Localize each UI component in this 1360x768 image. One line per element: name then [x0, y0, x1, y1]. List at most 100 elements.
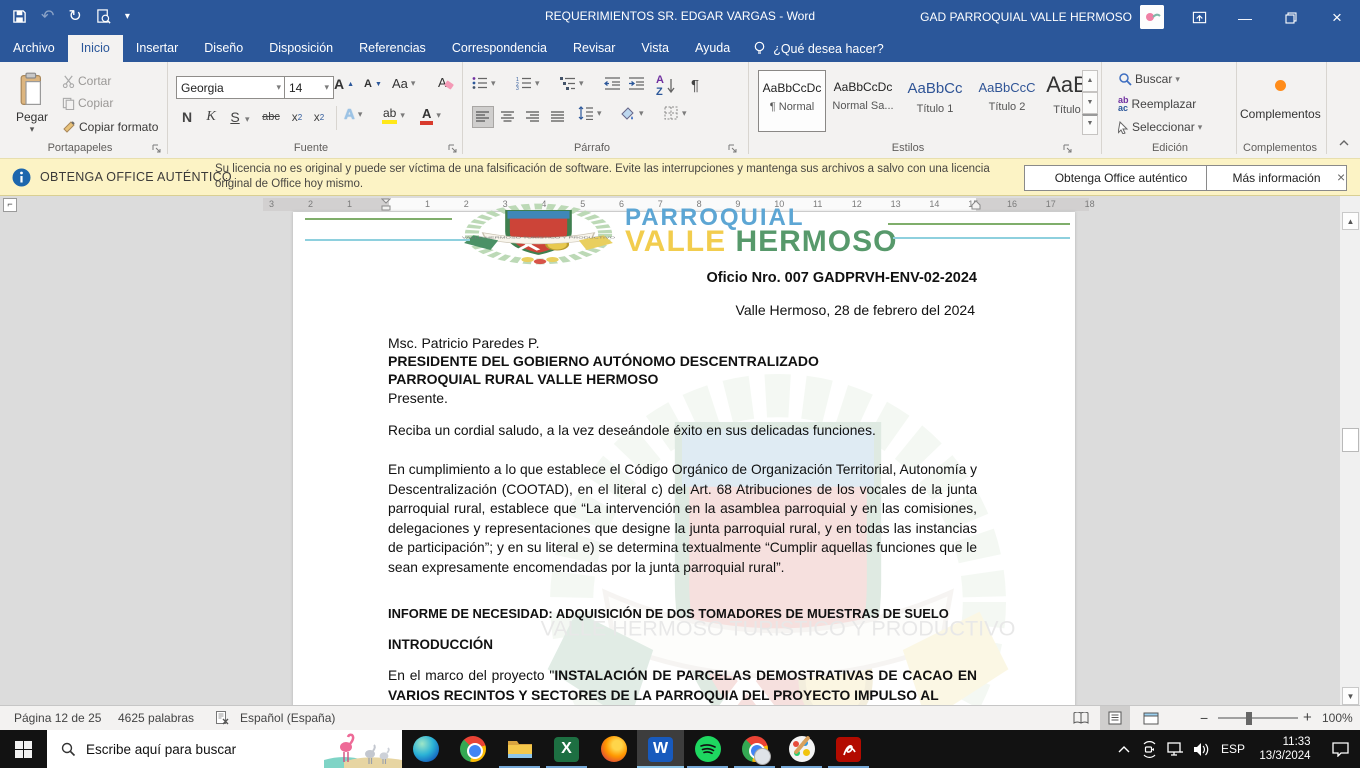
read-mode-button[interactable] — [1066, 706, 1096, 730]
font-color-button[interactable]: A ▾ — [420, 106, 441, 125]
style-no-spacing[interactable]: AaBbCcDc Normal Sa... — [830, 70, 896, 130]
network-icon[interactable] — [1162, 730, 1188, 768]
justify-button[interactable] — [547, 106, 569, 128]
shading-button[interactable]: ▾ — [620, 106, 644, 120]
zoom-slider-thumb[interactable] — [1246, 712, 1252, 725]
tab-diseno[interactable]: Diseño — [191, 35, 256, 62]
start-button[interactable] — [0, 730, 47, 768]
font-dialog-launcher[interactable] — [448, 144, 458, 154]
line-spacing-button[interactable]: ▾ — [578, 106, 602, 120]
document-page[interactable]: PARROQUIAL VALLE HERMOSO Oficio Nro. 007… — [293, 212, 1075, 705]
zoom-out-button[interactable]: − — [1200, 710, 1208, 726]
show-paragraph-marks-button[interactable]: ¶ — [684, 74, 706, 96]
clock-tray[interactable]: 11:33 13/3/2024 — [1250, 730, 1320, 768]
sort-button[interactable]: AZ — [656, 74, 675, 98]
style-heading2[interactable]: AaBbCcC Título 2 — [974, 70, 1040, 130]
word-icon[interactable]: W — [637, 730, 684, 768]
print-layout-button[interactable] — [1100, 706, 1130, 730]
paragraph-dialog-launcher[interactable] — [728, 144, 738, 154]
search-daily-image[interactable] — [324, 730, 402, 768]
edge-icon[interactable] — [402, 730, 449, 768]
file-explorer-icon[interactable] — [496, 730, 543, 768]
increase-indent-button[interactable] — [628, 76, 645, 90]
style-normal[interactable]: AaBbCcDc ¶ Normal — [758, 70, 826, 132]
chrome-profile-icon[interactable] — [731, 730, 778, 768]
more-info-button[interactable]: Más información — [1206, 165, 1347, 191]
tab-vista[interactable]: Vista — [628, 35, 682, 62]
close-button[interactable]: × — [1314, 0, 1360, 35]
zoom-slider-track[interactable] — [1218, 717, 1298, 719]
taskbar-search-box[interactable]: Escribe aquí para buscar — [47, 730, 402, 768]
tab-ayuda[interactable]: Ayuda — [682, 35, 743, 62]
superscript-button[interactable]: x2 — [308, 106, 330, 128]
scroll-down-button[interactable]: ▼ — [1342, 687, 1359, 705]
borders-button[interactable]: ▾ — [664, 106, 687, 120]
bullets-button[interactable]: ▾ — [472, 76, 496, 90]
vertical-scrollbar[interactable]: ▲ ▼ — [1340, 196, 1360, 705]
web-layout-button[interactable] — [1136, 706, 1166, 730]
align-center-button[interactable] — [497, 106, 519, 128]
replace-button[interactable]: ab ac Reemplazar — [1118, 96, 1196, 113]
firefox-icon[interactable] — [590, 730, 637, 768]
page-indicator[interactable]: Página 12 de 25 — [14, 711, 101, 725]
collapse-ribbon-icon[interactable] — [1338, 138, 1350, 148]
account-name[interactable]: GAD PARROQUIAL VALLE HERMOSO — [920, 10, 1132, 24]
clipboard-dialog-launcher[interactable] — [152, 144, 162, 154]
font-size-combobox[interactable]: 14 ▾ — [284, 76, 334, 99]
addins-button[interactable]: Complementos — [1240, 70, 1321, 121]
numbering-button[interactable]: 123 ▾ — [516, 76, 540, 90]
styles-scroll-down-button[interactable]: ▼ — [1082, 92, 1098, 114]
tray-expand-icon[interactable] — [1112, 730, 1136, 768]
format-painter-button[interactable]: Copiar formato — [62, 120, 158, 134]
word-count[interactable]: 4625 palabras — [118, 711, 194, 725]
tab-insertar[interactable]: Insertar — [123, 35, 191, 62]
restore-button[interactable] — [1268, 0, 1314, 35]
highlight-color-button[interactable]: ab ▾ — [382, 106, 405, 124]
grow-font-button[interactable]: A ▲ — [334, 76, 354, 92]
language-indicator[interactable]: Español (España) — [240, 711, 335, 725]
get-genuine-office-button[interactable]: Obtenga Office auténtico — [1024, 165, 1218, 191]
bold-button[interactable]: N — [176, 106, 198, 128]
change-case-button[interactable]: Aa ▾ — [392, 76, 415, 91]
chrome-icon[interactable] — [449, 730, 496, 768]
align-right-button[interactable] — [522, 106, 544, 128]
tab-stop-selector[interactable]: ⌐ — [3, 198, 17, 212]
indent-marker-right[interactable] — [971, 200, 981, 210]
action-center-icon[interactable] — [1320, 730, 1360, 768]
zoom-level[interactable]: 100% — [1322, 711, 1353, 725]
excel-icon[interactable]: X — [543, 730, 590, 768]
italic-button[interactable]: K — [200, 106, 222, 128]
tab-correspondencia[interactable]: Correspondencia — [439, 35, 560, 62]
tell-me-box[interactable]: ¿Qué desea hacer? — [743, 35, 894, 62]
style-heading1[interactable]: AaBbCc Título 1 — [902, 70, 968, 130]
paste-button[interactable]: Pegar ▾ — [10, 72, 54, 135]
copy-button[interactable]: Copiar — [62, 96, 113, 110]
styles-dialog-launcher[interactable] — [1063, 144, 1073, 154]
styles-gallery-more-button[interactable]: ▼ — [1082, 114, 1098, 135]
styles-scroll-up-button[interactable]: ▲ — [1082, 70, 1098, 92]
volume-icon[interactable] — [1188, 730, 1216, 768]
clear-formatting-icon[interactable]: A — [436, 74, 454, 92]
minimize-button[interactable]: — — [1222, 0, 1268, 35]
account-avatar[interactable] — [1140, 5, 1164, 29]
language-tray-indicator[interactable]: ESP — [1216, 730, 1250, 768]
meet-now-icon[interactable] — [1136, 730, 1162, 768]
tab-archivo[interactable]: Archivo — [0, 35, 68, 62]
underline-dropdown-icon[interactable]: ▾ — [245, 114, 250, 125]
ribbon-display-options-icon[interactable] — [1176, 0, 1222, 35]
subscript-button[interactable]: x2 — [286, 106, 308, 128]
acrobat-icon[interactable] — [825, 730, 872, 768]
tab-inicio[interactable]: Inicio — [67, 35, 123, 62]
indent-marker-left[interactable] — [381, 198, 391, 211]
text-effects-button[interactable]: A ▾ — [344, 106, 362, 123]
tab-disposicion[interactable]: Disposición — [256, 35, 346, 62]
proofing-status-icon[interactable] — [215, 710, 230, 725]
paint-palette-icon[interactable] — [778, 730, 825, 768]
shrink-font-button[interactable]: A ▼ — [364, 78, 382, 90]
underline-button[interactable]: S — [224, 106, 246, 128]
zoom-in-button[interactable]: + — [1303, 709, 1312, 726]
tab-referencias[interactable]: Referencias — [346, 35, 439, 62]
strikethrough-button[interactable]: abc — [258, 106, 284, 128]
decrease-indent-button[interactable] — [604, 76, 621, 90]
multilevel-list-button[interactable]: ▾ — [560, 76, 584, 90]
